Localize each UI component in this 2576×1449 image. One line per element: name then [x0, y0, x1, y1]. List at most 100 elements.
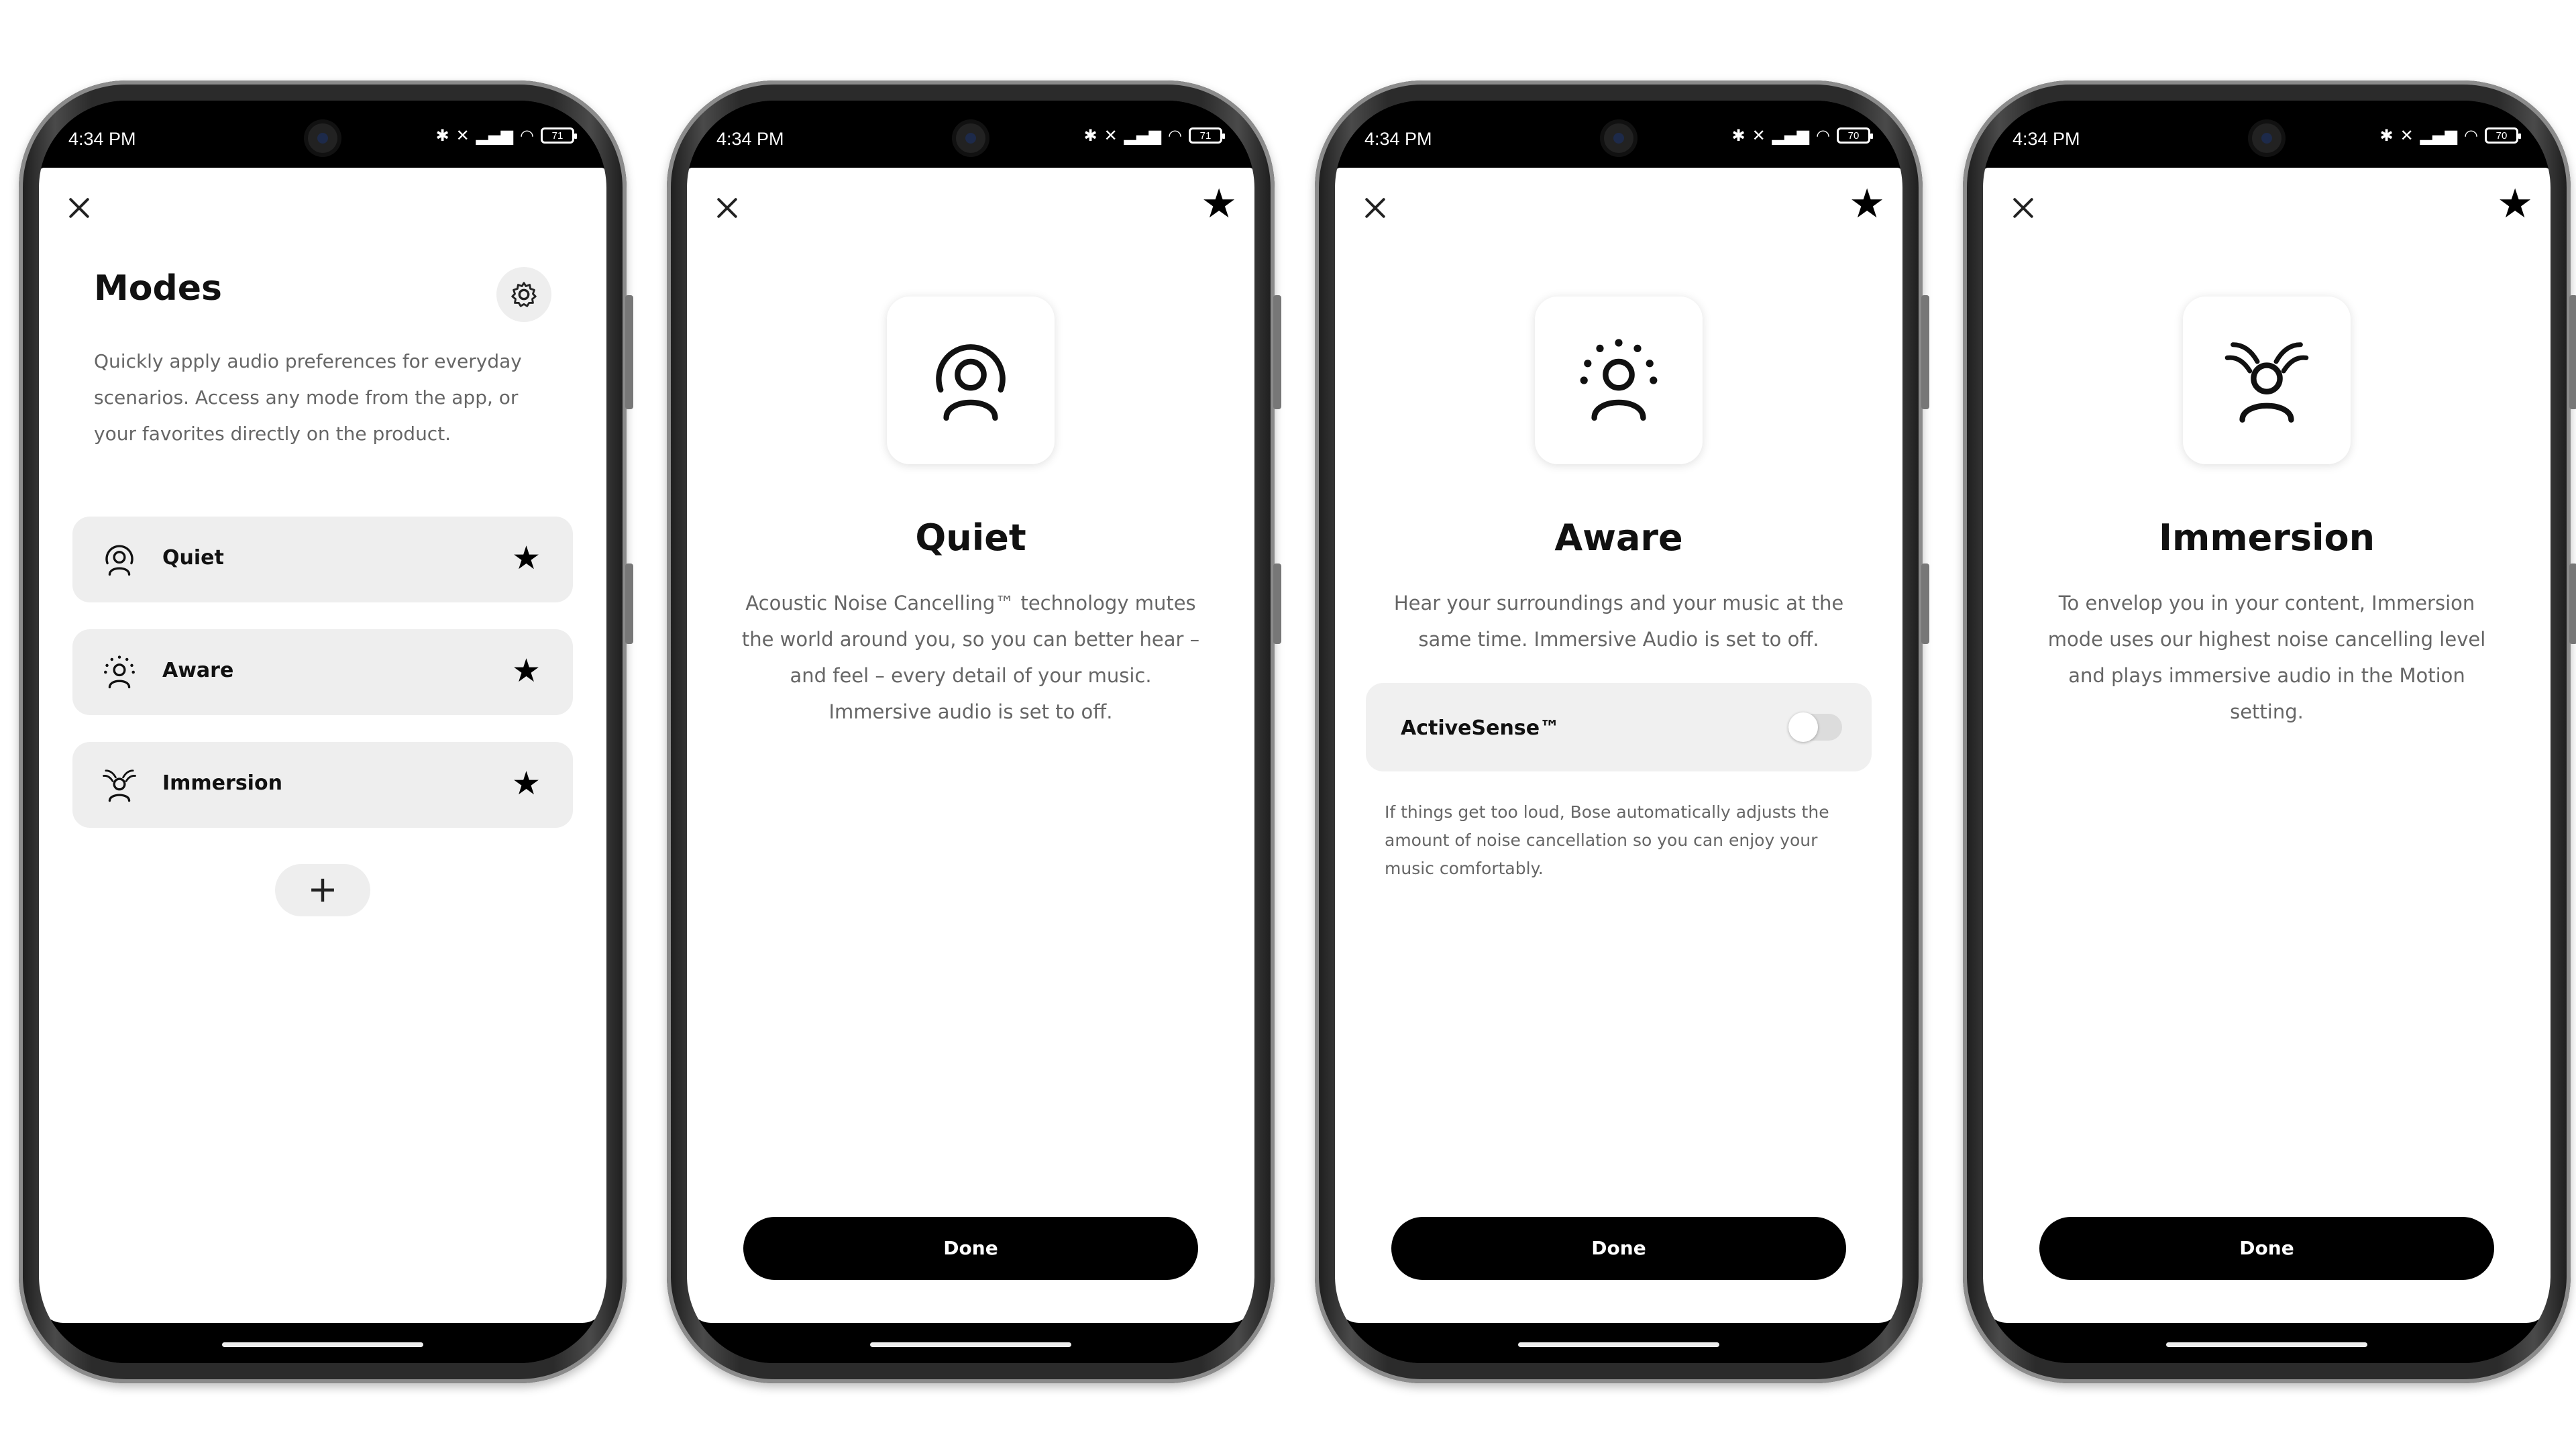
vibrate-icon: ✕	[1104, 126, 1118, 145]
status-time: 4:34 PM	[68, 129, 136, 149]
mode-description: Acoustic Noise Cancelling™ technology mu…	[741, 592, 1200, 723]
mode-label: Quiet	[162, 546, 224, 570]
close-icon[interactable]	[1355, 188, 1395, 228]
star-filled-icon[interactable]: ★	[512, 538, 541, 578]
home-indicator[interactable]	[1518, 1342, 1719, 1347]
immersion-mode-icon	[2220, 333, 2314, 427]
activesense-note: If things get too loud, Bose automatical…	[1385, 802, 1829, 878]
wifi-icon: ◠	[1168, 126, 1182, 145]
done-button[interactable]: Done	[743, 1217, 1198, 1280]
front-camera	[1604, 123, 1633, 153]
bluetooth-icon: ✱	[1083, 126, 1097, 145]
aware-mode-icon	[101, 653, 138, 691]
phone-immersion: 4:34 PM ✱ ✕ ▂▄▆ ◠ 70 ★ Immersion To enve…	[1963, 80, 2576, 1383]
mode-description: Hear your surroundings and your music at…	[1393, 592, 1844, 651]
modes-content: Modes Quickly apply audio preferences fo…	[39, 168, 606, 1323]
nav-bar	[1335, 1323, 1902, 1363]
signal-icon: ▂▄▆	[1124, 126, 1162, 145]
volume-button	[1273, 295, 1281, 409]
aware-mode-icon	[1572, 333, 1666, 427]
close-icon[interactable]	[2003, 188, 2043, 228]
done-button[interactable]: Done	[2039, 1217, 2494, 1280]
status-bar: 4:34 PM ✱ ✕ ▂▄▆ ◠ 71	[39, 101, 606, 168]
aware-content: ★ Aware Hear your surroundings and your …	[1335, 168, 1902, 1323]
power-button	[1273, 564, 1281, 644]
screen-quiet: 4:34 PM ✱ ✕ ▂▄▆ ◠ 71 ★ Quiet Acoustic No…	[687, 101, 1254, 1363]
vibrate-icon: ✕	[455, 126, 470, 145]
vibrate-icon: ✕	[1752, 126, 1766, 145]
front-camera	[956, 123, 985, 153]
front-camera	[2252, 123, 2282, 153]
mode-row-quiet[interactable]: Quiet ★	[72, 517, 573, 602]
star-filled-icon[interactable]: ★	[2497, 184, 2533, 224]
phone-modes-list: 4:34 PM ✱ ✕ ▂▄▆ ◠ 71 Modes Quickly apply…	[19, 80, 633, 1383]
signal-icon: ▂▄▆	[2420, 126, 2458, 145]
quiet-mode-icon	[924, 333, 1018, 427]
close-icon[interactable]	[59, 188, 99, 228]
home-indicator[interactable]	[2166, 1342, 2367, 1347]
nav-bar	[39, 1323, 606, 1363]
battery-icon: 71	[541, 127, 577, 144]
activesense-toggle[interactable]	[1788, 712, 1842, 742]
screen-modes-list: 4:34 PM ✱ ✕ ▂▄▆ ◠ 71 Modes Quickly apply…	[39, 101, 606, 1363]
screen-aware: 4:34 PM ✱ ✕ ▂▄▆ ◠ 70 ★ Aware Hear your s…	[1335, 101, 1902, 1363]
nav-bar	[1983, 1323, 2551, 1363]
star-filled-icon[interactable]: ★	[1849, 184, 1885, 224]
volume-button	[2569, 295, 2576, 409]
phone-quiet: 4:34 PM ✱ ✕ ▂▄▆ ◠ 71 ★ Quiet Acoustic No…	[667, 80, 1281, 1383]
status-bar: 4:34 PM ✱ ✕ ▂▄▆ ◠ 70	[1335, 101, 1902, 168]
status-time: 4:34 PM	[2012, 129, 2080, 149]
power-button	[625, 564, 633, 644]
add-mode-button[interactable]: +	[275, 864, 370, 916]
home-indicator[interactable]	[870, 1342, 1071, 1347]
immersion-content: ★ Immersion To envelop you in your conte…	[1983, 168, 2551, 1323]
battery-icon: 70	[1837, 127, 1873, 144]
status-icons: ✱ ✕ ▂▄▆ ◠ 70	[1731, 126, 1873, 145]
gear-icon	[508, 278, 540, 311]
mode-description: To envelop you in your content, Immersio…	[2047, 592, 2486, 723]
status-time: 4:34 PM	[1364, 129, 1432, 149]
mode-title: Immersion	[2158, 517, 2375, 559]
battery-icon: 70	[2485, 127, 2521, 144]
star-filled-icon[interactable]: ★	[512, 651, 541, 691]
settings-button[interactable]	[496, 267, 551, 322]
star-filled-icon[interactable]: ★	[512, 763, 541, 804]
plus-icon: +	[307, 868, 338, 910]
mode-icon-tile	[2183, 297, 2351, 464]
activesense-label: ActiveSense™	[1401, 716, 1560, 740]
phone-aware: 4:34 PM ✱ ✕ ▂▄▆ ◠ 70 ★ Aware Hear your s…	[1315, 80, 1929, 1383]
signal-icon: ▂▄▆	[476, 126, 514, 145]
mode-label: Aware	[162, 659, 234, 682]
battery-icon: 71	[1189, 127, 1225, 144]
toggle-knob	[1788, 712, 1818, 742]
status-time: 4:34 PM	[716, 129, 784, 149]
quiet-content: ★ Quiet Acoustic Noise Cancelling™ techn…	[687, 168, 1254, 1323]
signal-icon: ▂▄▆	[1772, 126, 1810, 145]
power-button	[2569, 564, 2576, 644]
mode-row-aware[interactable]: Aware ★	[72, 629, 573, 715]
volume-button	[625, 295, 633, 409]
screen-immersion: 4:34 PM ✱ ✕ ▂▄▆ ◠ 70 ★ Immersion To enve…	[1983, 101, 2551, 1363]
power-button	[1921, 564, 1929, 644]
wifi-icon: ◠	[2464, 126, 2478, 145]
bluetooth-icon: ✱	[435, 126, 449, 145]
star-filled-icon[interactable]: ★	[1201, 184, 1237, 224]
front-camera	[308, 123, 337, 153]
mode-icon-tile	[887, 297, 1055, 464]
status-icons: ✱ ✕ ▂▄▆ ◠ 71	[435, 126, 577, 145]
status-bar: 4:34 PM ✱ ✕ ▂▄▆ ◠ 70	[1983, 101, 2551, 168]
wifi-icon: ◠	[1816, 126, 1830, 145]
activesense-card: ActiveSense™	[1366, 683, 1872, 771]
close-icon[interactable]	[707, 188, 747, 228]
status-icons: ✱ ✕ ▂▄▆ ◠ 71	[1083, 126, 1225, 145]
bluetooth-icon: ✱	[1731, 126, 1746, 145]
volume-button	[1921, 295, 1929, 409]
nav-bar	[687, 1323, 1254, 1363]
done-button[interactable]: Done	[1391, 1217, 1846, 1280]
modes-description: Quickly apply audio preferences for ever…	[94, 350, 522, 445]
wifi-icon: ◠	[520, 126, 534, 145]
immersion-mode-icon	[101, 766, 138, 804]
home-indicator[interactable]	[222, 1342, 423, 1347]
mode-row-immersion[interactable]: Immersion ★	[72, 742, 573, 828]
mode-icon-tile	[1535, 297, 1703, 464]
